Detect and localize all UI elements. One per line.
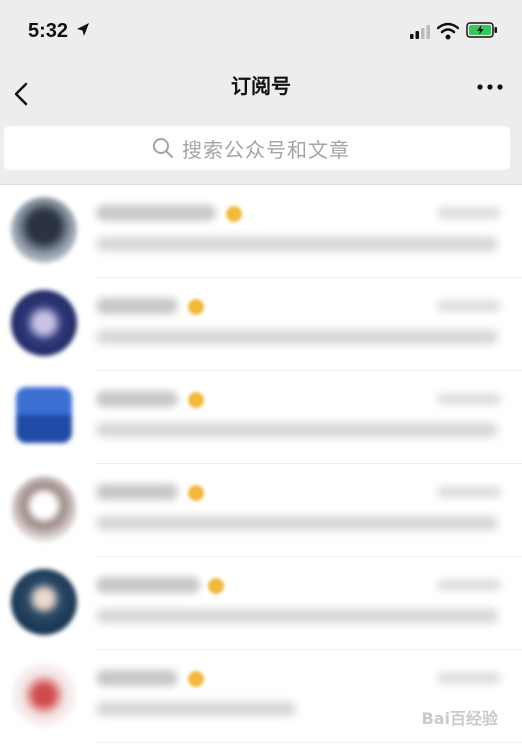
subscription-list bbox=[0, 185, 522, 755]
verified-badge-icon bbox=[188, 485, 204, 501]
verified-badge-icon bbox=[188, 299, 204, 315]
more-options-icon[interactable] bbox=[476, 82, 504, 92]
list-item[interactable] bbox=[0, 464, 522, 557]
watermark: Bai百经验 bbox=[422, 705, 498, 729]
timestamp-blurred bbox=[437, 393, 501, 405]
list-item[interactable] bbox=[0, 371, 522, 464]
wifi-icon bbox=[437, 22, 459, 40]
account-name-blurred bbox=[96, 298, 178, 314]
page-title: 订阅号 bbox=[231, 74, 291, 98]
avatar bbox=[11, 197, 77, 263]
cellular-signal-icon bbox=[410, 25, 430, 39]
timestamp-blurred bbox=[437, 486, 501, 498]
account-name-blurred bbox=[96, 484, 178, 500]
message-preview-blurred bbox=[96, 330, 498, 344]
avatar bbox=[11, 569, 77, 635]
search-area: 搜索公众号和文章 bbox=[0, 124, 522, 185]
navigation-bar: 订阅号 bbox=[0, 62, 522, 124]
timestamp-blurred bbox=[437, 300, 501, 312]
list-item[interactable] bbox=[0, 650, 522, 743]
verified-badge-icon bbox=[208, 578, 224, 594]
message-preview-blurred bbox=[96, 702, 296, 716]
account-name-blurred bbox=[96, 670, 178, 686]
timestamp-blurred bbox=[437, 207, 501, 219]
timestamp-blurred bbox=[437, 672, 501, 684]
list-item[interactable] bbox=[0, 557, 522, 650]
account-name-blurred bbox=[96, 205, 216, 221]
message-preview-blurred bbox=[96, 609, 498, 623]
watermark-text: Bai百经验 bbox=[421, 709, 498, 728]
verified-badge-icon bbox=[226, 206, 242, 222]
divider bbox=[96, 742, 522, 743]
verified-badge-icon bbox=[188, 671, 204, 687]
search-placeholder: 搜索公众号和文章 bbox=[182, 137, 350, 162]
list-item[interactable] bbox=[0, 278, 522, 371]
account-name-blurred bbox=[96, 391, 178, 407]
avatar bbox=[11, 476, 77, 542]
avatar bbox=[16, 387, 72, 443]
verified-badge-icon bbox=[188, 392, 204, 408]
status-time: 5:32 bbox=[28, 20, 69, 42]
timestamp-blurred bbox=[437, 579, 501, 591]
account-name-blurred bbox=[96, 577, 200, 593]
message-preview-blurred bbox=[96, 516, 498, 530]
message-preview-blurred bbox=[96, 423, 498, 437]
battery-icon bbox=[466, 22, 497, 38]
search-input[interactable]: 搜索公众号和文章 bbox=[4, 126, 510, 170]
message-preview-blurred bbox=[96, 237, 498, 251]
avatar bbox=[11, 662, 77, 728]
list-item[interactable] bbox=[0, 185, 522, 278]
location-arrow-icon bbox=[77, 23, 89, 36]
search-icon bbox=[153, 138, 173, 158]
avatar bbox=[11, 290, 77, 356]
status-bar: 5:32 bbox=[0, 0, 522, 62]
